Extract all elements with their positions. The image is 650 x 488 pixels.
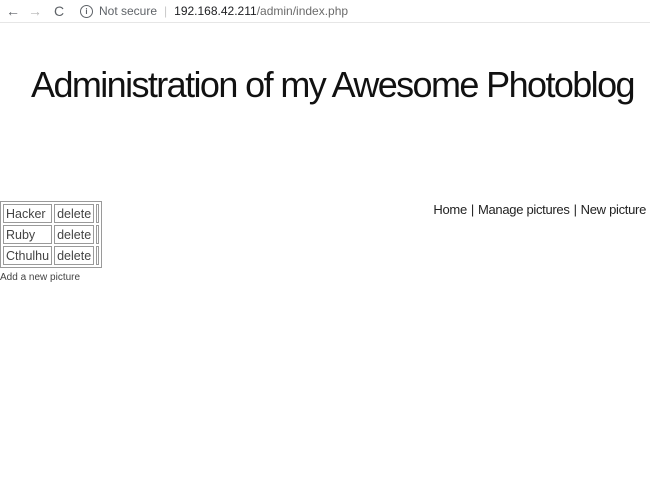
table-cell-empty <box>96 204 100 223</box>
info-icon[interactable]: i <box>80 4 93 18</box>
nav-separator: | <box>470 202 474 217</box>
forward-arrow-icon[interactable]: → <box>26 3 44 19</box>
url-host: 192.168.42.211 <box>174 4 257 18</box>
table-row: Ruby delete <box>3 225 100 244</box>
security-status: Not secure <box>99 4 158 18</box>
delete-link-text[interactable]: delete <box>57 228 91 242</box>
page-title: Administration of my Awesome Photoblog <box>31 64 635 105</box>
browser-address-bar: ← → C i Not secure | 192.168.42.211/admi… <box>0 0 650 23</box>
nav-home-link[interactable]: Home <box>433 202 467 217</box>
add-picture-link[interactable]: Add a new picture <box>0 272 80 283</box>
picture-name: Cthulhu <box>3 246 53 265</box>
nav-new-picture-link[interactable]: New picture <box>581 202 647 217</box>
delete-link-text[interactable]: delete <box>57 249 91 263</box>
delete-link[interactable]: delete <box>54 225 95 244</box>
address-divider: | <box>164 4 168 18</box>
table-cell-empty <box>96 225 100 244</box>
nav-separator: | <box>573 202 577 217</box>
main-nav: Home | Manage pictures | New picture <box>433 202 646 217</box>
table-cell-empty <box>96 246 100 265</box>
back-arrow-icon[interactable]: ← <box>4 3 22 19</box>
delete-link-text[interactable]: delete <box>57 207 91 221</box>
picture-name: Ruby <box>3 225 53 244</box>
delete-link[interactable]: delete <box>54 204 95 223</box>
pictures-table: Hacker delete Ruby delete Cthulhu delete <box>0 201 103 268</box>
nav-manage-pictures-link[interactable]: Manage pictures <box>478 202 570 217</box>
picture-name: Hacker <box>3 204 53 223</box>
delete-link[interactable]: delete <box>54 246 95 265</box>
reload-icon[interactable]: C <box>50 3 68 19</box>
table-row: Hacker delete <box>3 204 100 223</box>
url-path: /admin/index.php <box>256 4 349 18</box>
url-field[interactable]: 192.168.42.211/admin/index.php <box>174 4 348 18</box>
table-row: Cthulhu delete <box>3 246 100 265</box>
